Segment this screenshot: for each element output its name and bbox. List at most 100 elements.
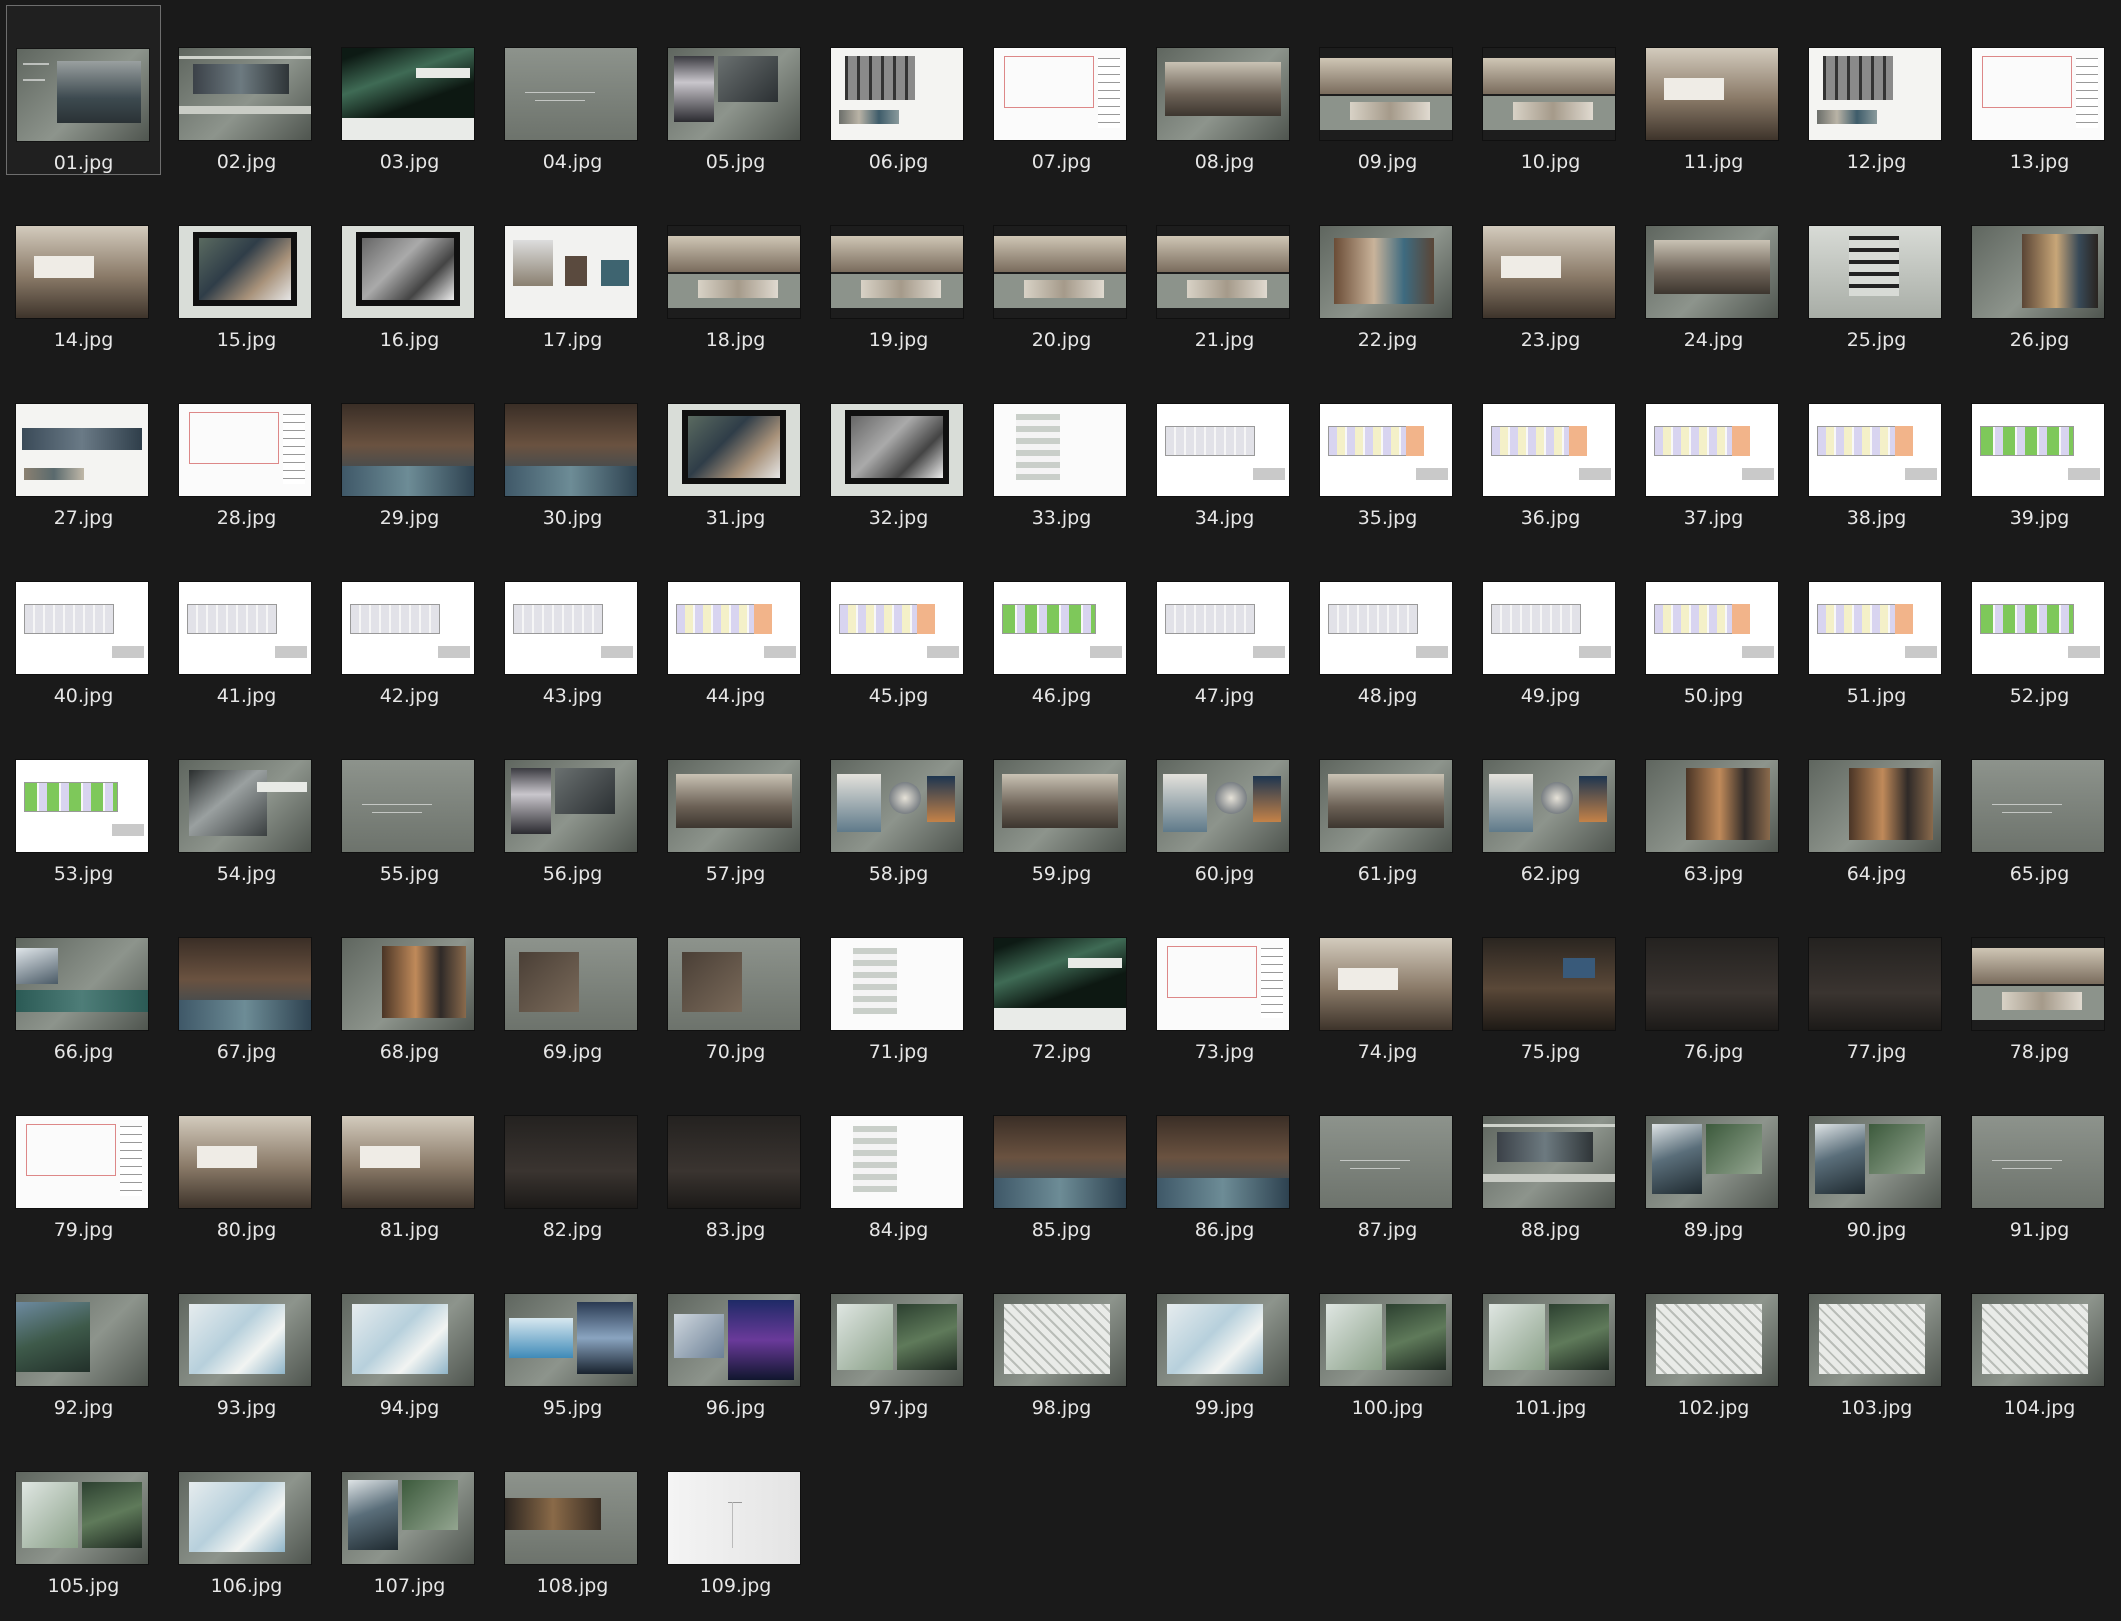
file-item[interactable]: 14.jpg <box>6 183 161 353</box>
file-item[interactable]: 11.jpg <box>1636 5 1791 175</box>
file-item[interactable]: 43.jpg <box>495 539 650 709</box>
file-item[interactable]: 46.jpg <box>984 539 1139 709</box>
file-item[interactable]: 64.jpg <box>1799 717 1954 887</box>
file-item[interactable]: 03.jpg <box>332 5 487 175</box>
file-item[interactable]: 27.jpg <box>6 361 161 531</box>
file-item[interactable]: 25.jpg <box>1799 183 1954 353</box>
file-item[interactable]: 98.jpg <box>984 1251 1139 1421</box>
file-item[interactable]: 91.jpg <box>1962 1073 2117 1243</box>
file-item[interactable]: 17.jpg <box>495 183 650 353</box>
file-item[interactable]: 94.jpg <box>332 1251 487 1421</box>
file-item[interactable]: 41.jpg <box>169 539 324 709</box>
file-item[interactable]: 90.jpg <box>1799 1073 1954 1243</box>
file-item[interactable]: 63.jpg <box>1636 717 1791 887</box>
file-item[interactable]: 22.jpg <box>1310 183 1465 353</box>
file-item[interactable]: 73.jpg <box>1147 895 1302 1065</box>
file-item[interactable]: 44.jpg <box>658 539 813 709</box>
file-item[interactable]: 104.jpg <box>1962 1251 2117 1421</box>
file-item[interactable]: 81.jpg <box>332 1073 487 1243</box>
file-item[interactable]: 77.jpg <box>1799 895 1954 1065</box>
file-item[interactable]: 32.jpg <box>821 361 976 531</box>
file-item[interactable]: 102.jpg <box>1636 1251 1791 1421</box>
file-item[interactable]: 78.jpg <box>1962 895 2117 1065</box>
file-item[interactable]: 84.jpg <box>821 1073 976 1243</box>
file-item[interactable]: 66.jpg <box>6 895 161 1065</box>
file-item[interactable]: 02.jpg <box>169 5 324 175</box>
file-item[interactable]: 105.jpg <box>6 1429 161 1599</box>
file-item[interactable]: 12.jpg <box>1799 5 1954 175</box>
file-item[interactable]: 28.jpg <box>169 361 324 531</box>
file-item[interactable]: 19.jpg <box>821 183 976 353</box>
file-item[interactable]: 95.jpg <box>495 1251 650 1421</box>
file-item[interactable]: 48.jpg <box>1310 539 1465 709</box>
file-item[interactable]: 62.jpg <box>1473 717 1628 887</box>
file-item[interactable]: 04.jpg <box>495 5 650 175</box>
file-item[interactable]: 30.jpg <box>495 361 650 531</box>
file-item[interactable]: 26.jpg <box>1962 183 2117 353</box>
file-item[interactable]: 50.jpg <box>1636 539 1791 709</box>
file-item[interactable]: 07.jpg <box>984 5 1139 175</box>
file-item[interactable]: 93.jpg <box>169 1251 324 1421</box>
file-item[interactable]: 71.jpg <box>821 895 976 1065</box>
file-item[interactable]: 99.jpg <box>1147 1251 1302 1421</box>
file-item[interactable]: 69.jpg <box>495 895 650 1065</box>
file-item[interactable]: 65.jpg <box>1962 717 2117 887</box>
file-item[interactable]: 96.jpg <box>658 1251 813 1421</box>
file-item[interactable]: 87.jpg <box>1310 1073 1465 1243</box>
file-item[interactable]: 53.jpg <box>6 717 161 887</box>
file-item[interactable]: 15.jpg <box>169 183 324 353</box>
file-item[interactable]: 21.jpg <box>1147 183 1302 353</box>
file-item[interactable]: 106.jpg <box>169 1429 324 1599</box>
file-item[interactable]: 29.jpg <box>332 361 487 531</box>
file-item[interactable]: 89.jpg <box>1636 1073 1791 1243</box>
file-item[interactable]: 86.jpg <box>1147 1073 1302 1243</box>
file-item[interactable]: 08.jpg <box>1147 5 1302 175</box>
file-item[interactable]: 52.jpg <box>1962 539 2117 709</box>
file-item[interactable]: 39.jpg <box>1962 361 2117 531</box>
file-item[interactable]: 108.jpg <box>495 1429 650 1599</box>
file-item[interactable]: 68.jpg <box>332 895 487 1065</box>
file-item[interactable]: 05.jpg <box>658 5 813 175</box>
file-item[interactable]: 20.jpg <box>984 183 1139 353</box>
file-item[interactable]: 54.jpg <box>169 717 324 887</box>
file-item[interactable]: 37.jpg <box>1636 361 1791 531</box>
file-item[interactable]: 01.jpg <box>6 5 161 175</box>
file-item[interactable]: 57.jpg <box>658 717 813 887</box>
file-item[interactable]: 42.jpg <box>332 539 487 709</box>
file-item[interactable]: 59.jpg <box>984 717 1139 887</box>
file-item[interactable]: 33.jpg <box>984 361 1139 531</box>
file-item[interactable]: 88.jpg <box>1473 1073 1628 1243</box>
file-item[interactable]: 85.jpg <box>984 1073 1139 1243</box>
file-item[interactable]: 72.jpg <box>984 895 1139 1065</box>
file-item[interactable]: 24.jpg <box>1636 183 1791 353</box>
file-item[interactable]: 09.jpg <box>1310 5 1465 175</box>
file-item[interactable]: 51.jpg <box>1799 539 1954 709</box>
file-item[interactable]: 60.jpg <box>1147 717 1302 887</box>
file-item[interactable]: 49.jpg <box>1473 539 1628 709</box>
file-item[interactable]: 79.jpg <box>6 1073 161 1243</box>
file-item[interactable]: 61.jpg <box>1310 717 1465 887</box>
file-item[interactable]: 13.jpg <box>1962 5 2117 175</box>
file-item[interactable]: 36.jpg <box>1473 361 1628 531</box>
file-item[interactable]: 23.jpg <box>1473 183 1628 353</box>
file-item[interactable]: 67.jpg <box>169 895 324 1065</box>
file-item[interactable]: 82.jpg <box>495 1073 650 1243</box>
file-item[interactable]: 06.jpg <box>821 5 976 175</box>
file-item[interactable]: 45.jpg <box>821 539 976 709</box>
file-item[interactable]: 109.jpg <box>658 1429 813 1599</box>
file-item[interactable]: 70.jpg <box>658 895 813 1065</box>
file-item[interactable]: 97.jpg <box>821 1251 976 1421</box>
file-item[interactable]: 101.jpg <box>1473 1251 1628 1421</box>
file-item[interactable]: 47.jpg <box>1147 539 1302 709</box>
file-item[interactable]: 18.jpg <box>658 183 813 353</box>
file-item[interactable]: 55.jpg <box>332 717 487 887</box>
file-item[interactable]: 10.jpg <box>1473 5 1628 175</box>
file-item[interactable]: 31.jpg <box>658 361 813 531</box>
file-item[interactable]: 76.jpg <box>1636 895 1791 1065</box>
file-item[interactable]: 58.jpg <box>821 717 976 887</box>
file-item[interactable]: 92.jpg <box>6 1251 161 1421</box>
file-item[interactable]: 38.jpg <box>1799 361 1954 531</box>
file-item[interactable]: 80.jpg <box>169 1073 324 1243</box>
file-item[interactable]: 40.jpg <box>6 539 161 709</box>
file-item[interactable]: 56.jpg <box>495 717 650 887</box>
